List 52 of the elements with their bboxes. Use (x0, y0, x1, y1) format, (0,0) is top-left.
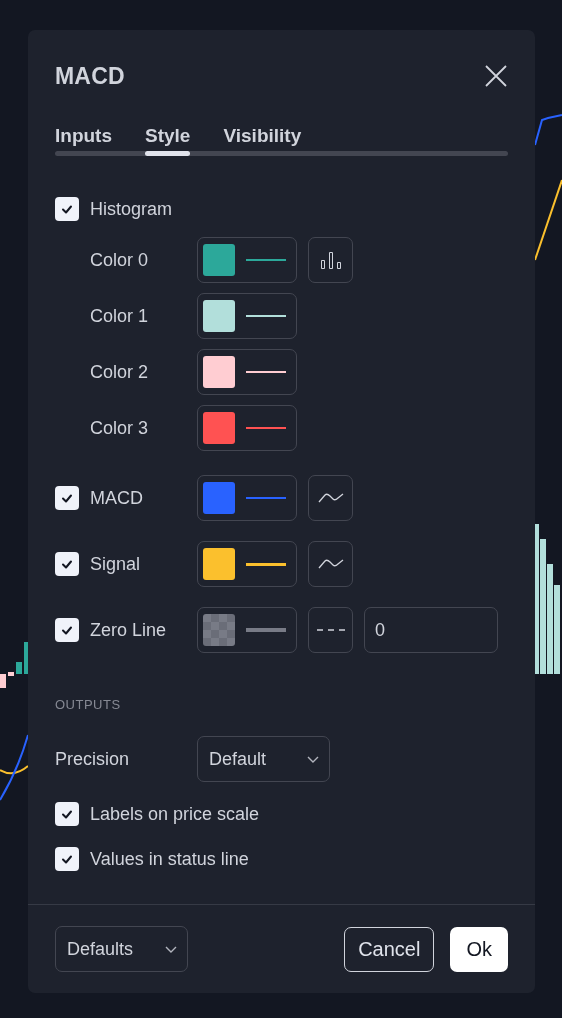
value-input[interactable]: 0 (364, 607, 498, 653)
precision-label: Precision (55, 748, 131, 770)
close-button[interactable] (484, 64, 508, 88)
color-picker-button[interactable] (197, 607, 297, 653)
line-preview (246, 628, 286, 632)
dialog-title: MACD (55, 62, 125, 90)
color-picker-button[interactable] (197, 293, 297, 339)
color-label: Color 0 (89, 249, 150, 271)
wave-icon (317, 558, 344, 570)
checkbox[interactable] (55, 847, 79, 871)
checkbox[interactable] (55, 802, 79, 826)
checkbox[interactable] (55, 552, 79, 576)
option-label: Labels on price scale (90, 803, 260, 825)
option-label: Values in status line (90, 848, 249, 870)
close-icon (484, 64, 508, 88)
checkbox[interactable] (55, 197, 79, 221)
column-style-button[interactable] (308, 237, 353, 283)
defaults-dropdown[interactable]: Defaults (55, 926, 188, 972)
line-style-button[interactable] (308, 475, 353, 521)
line-preview (246, 562, 286, 566)
color-label: Color 3 (89, 417, 150, 439)
section-heading: OUTPUTS (55, 697, 122, 712)
line-preview (246, 497, 286, 499)
color-label: Color 2 (89, 361, 150, 383)
tab[interactable]: Inputs (55, 121, 112, 151)
precision-dropdown[interactable]: Default (197, 736, 330, 782)
tab[interactable]: Visibility (223, 121, 302, 151)
chevron-down-icon (307, 755, 319, 763)
color-label: Color 1 (89, 305, 150, 327)
color-picker-button[interactable] (197, 349, 297, 395)
checkbox[interactable] (55, 486, 79, 510)
color-picker-button[interactable] (197, 475, 297, 521)
line-preview (246, 315, 286, 317)
color-picker-button[interactable] (197, 541, 297, 587)
plot-label: Zero Line (90, 619, 168, 641)
line-preview (246, 371, 286, 373)
histogram-label: Histogram (90, 198, 173, 220)
dashed-line-icon (316, 629, 345, 631)
line-style-button[interactable] (308, 541, 353, 587)
cancel-button[interactable]: Cancel (344, 926, 435, 972)
line-preview (246, 259, 286, 261)
plot-label: MACD (90, 487, 144, 509)
chevron-down-icon (165, 945, 177, 953)
line-preview (246, 427, 286, 429)
plot-label: Signal (90, 553, 142, 575)
color-picker-button[interactable] (197, 405, 297, 451)
bar-chart-icon (319, 251, 342, 269)
wave-icon (317, 492, 344, 504)
checkbox[interactable] (55, 618, 79, 642)
color-picker-button[interactable] (197, 237, 297, 283)
tab[interactable]: Style (145, 121, 191, 151)
ok-button[interactable]: Ok (450, 926, 508, 972)
